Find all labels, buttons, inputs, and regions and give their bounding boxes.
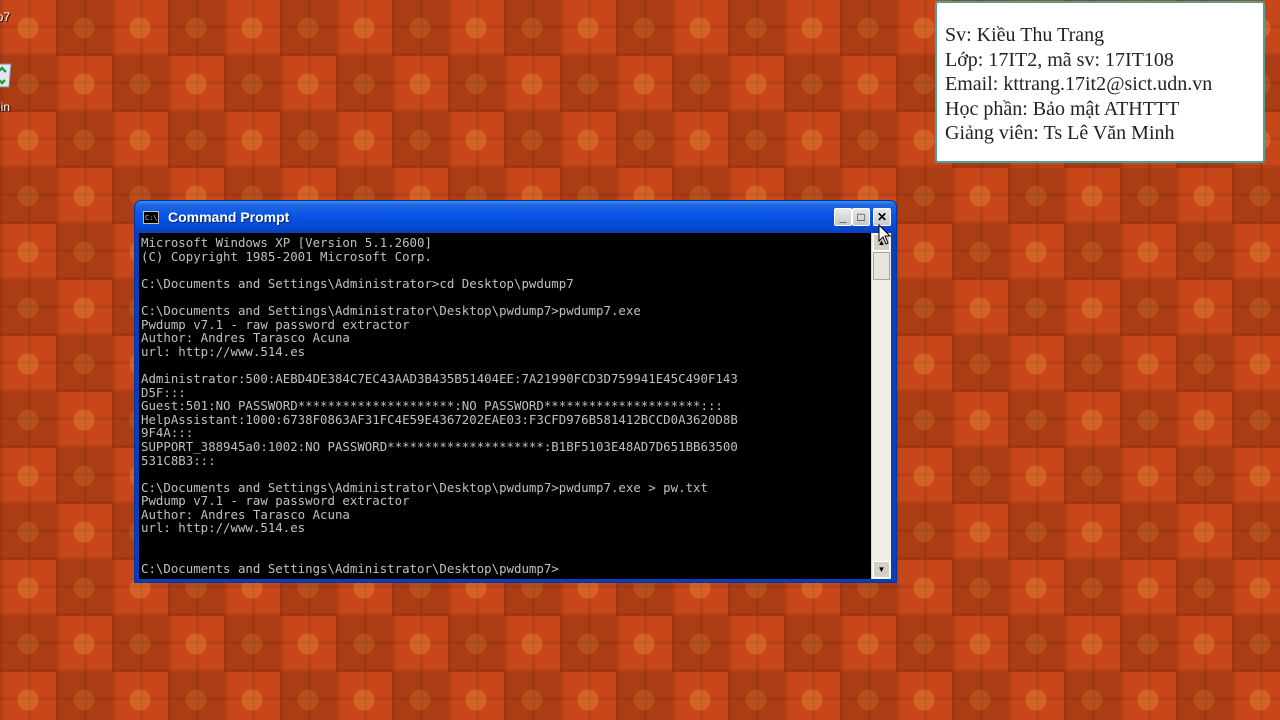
recycle-bin-icon [0,63,12,88]
course-name: Học phần: Bảo mật ATHTTT [945,97,1180,120]
console-line: Author: Andres Tarasco Acuna [141,506,350,522]
console-line: Guest:501:NO PASSWORD*******************… [141,398,723,414]
console-line: 9F4A::: [141,425,194,441]
console-line: D5F::: [141,384,186,400]
console-icon: C:\ [143,211,159,224]
console-line: C:\Documents and Settings\Administrator\… [141,561,559,577]
console-line: Author: Andres Tarasco Acuna [141,330,350,346]
console-line: C:\Documents and Settings\Administrator\… [141,302,641,318]
console-line: Administrator:500:AEBD4DE384C7EC43AAD3B4… [141,370,738,386]
console-line: C:\Documents and Settings\Administrator>… [141,275,574,291]
scroll-down-button[interactable]: ▼ [873,561,890,578]
console-line: url: http://www.514.es [141,343,306,359]
console-line: Microsoft Windows XP [Version 5.1.2600] [141,235,432,250]
student-email: Email: kttrang.17it2@sict.udn.vn [945,73,1213,95]
console-line: C:\Documents and Settings\Administrator\… [141,479,708,495]
desktop-icon-recycle-bin[interactable]: le Bin [0,58,70,118]
console-line: HelpAssistant:1000:6738F0863AF31FC4E59E4… [141,411,738,427]
student-class: Lớp: 17IT2, mã sv: 17IT108 [945,48,1174,71]
window-titlebar[interactable]: C:\ Command Prompt _ □ ✕ [135,201,896,233]
student-name: Sv: Kiều Thu Trang [945,24,1105,46]
console-line: SUPPORT_388945a0:1002:NO PASSWORD*******… [141,438,738,454]
student-info-box: Sv: Kiều Thu Trang Lớp: 17IT2, mã sv: 17… [935,1,1265,163]
window-title: Command Prompt [168,209,290,225]
scroll-thumb[interactable] [873,252,890,280]
desktop-icon-label: le Bin [0,100,11,114]
minimize-button[interactable]: _ [834,208,852,226]
maximize-button[interactable]: □ [852,208,870,226]
arrow-down-icon: ▼ [877,565,886,574]
console-line: url: http://www.514.es [141,520,306,536]
vertical-scrollbar[interactable]: ▲ ▼ [871,233,891,579]
console-output[interactable]: Microsoft Windows XP [Version 5.1.2600](… [139,233,871,579]
minimize-icon: _ [839,210,847,224]
desktop-icon-label: ump7 [0,10,11,24]
close-icon: ✕ [876,210,888,224]
command-prompt-window[interactable]: C:\ Command Prompt _ □ ✕ Microsoft Windo… [134,200,897,583]
console-line: (C) Copyright 1985-2001 Microsoft Corp. [141,248,432,264]
console-line: Pwdump v7.1 - raw password extractor [141,493,410,509]
console-line: 531C8B3::: [141,452,216,468]
maximize-icon: □ [857,210,865,224]
mouse-pointer-icon [878,224,892,245]
lecturer-name: Giảng viên: Ts Lê Văn Minh [945,122,1175,144]
console-line: Pwdump v7.1 - raw password extractor [141,316,410,332]
